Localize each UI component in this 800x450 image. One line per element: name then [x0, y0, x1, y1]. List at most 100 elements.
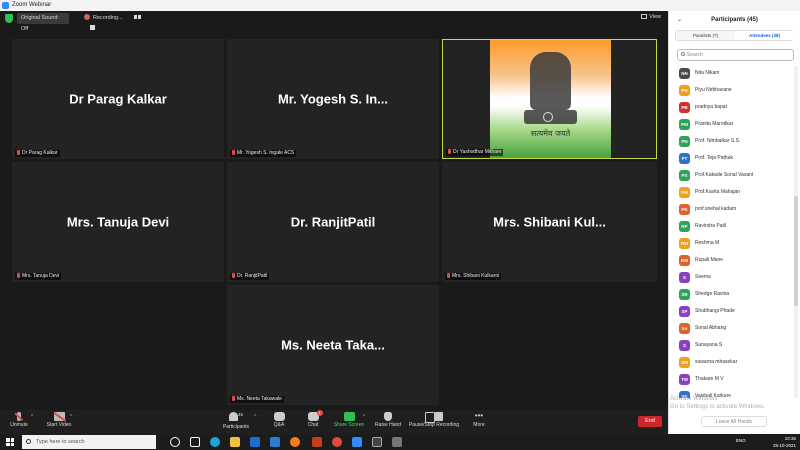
attendee-name: Ravindra Patil	[695, 223, 727, 229]
audio-options-caret-icon[interactable]: ^	[31, 414, 33, 420]
attendee-row[interactable]: PM Pranita Marodkar	[669, 117, 793, 134]
attendee-row[interactable]: PK prof.snehal kadam	[669, 202, 793, 219]
pause-stop-recording-button[interactable]: Pause/Stop Recording	[408, 412, 460, 428]
muted-mic-icon	[17, 273, 20, 278]
participant-display-name: Mrs. Shibani Kul...	[493, 214, 606, 230]
cortana-icon[interactable]	[170, 437, 180, 447]
participant-name-label: Ms. Neeta Takawale	[230, 396, 284, 403]
chat-button[interactable]: 1 Chat	[302, 410, 324, 428]
avatar: NN	[679, 68, 690, 79]
participants-options-caret-icon[interactable]: ^	[254, 414, 256, 420]
pause-stop-recording-icon	[424, 412, 444, 423]
attendee-row[interactable]: SR Shedge Ravina	[669, 287, 793, 304]
attendee-name: Prof.Kakade Sonal Vasant	[695, 172, 754, 178]
participants-panel-header: ⌄ Participants (45)	[669, 11, 800, 29]
avatar: PN	[679, 136, 690, 147]
qa-icon	[273, 412, 285, 421]
attendee-row[interactable]: PN Piyu Nirbhavane	[669, 83, 793, 100]
video-options-caret-icon[interactable]: ^	[70, 414, 72, 420]
attendee-name: Rupali Mane	[695, 257, 724, 263]
video-tile[interactable]: Dr Parag Kalkar Dr Parag Kalkar	[12, 39, 224, 159]
attendee-row[interactable]: S Sunayana S	[669, 338, 793, 355]
attendee-row[interactable]: PB pradnya bapat	[669, 100, 793, 117]
collapse-chevron-icon[interactable]: ⌄	[677, 11, 682, 29]
stop-recording-icon[interactable]	[90, 25, 95, 30]
file-explorer-icon[interactable]	[230, 437, 240, 447]
avatar: RP	[679, 221, 690, 232]
attendee-row[interactable]: TM Thakare M V	[669, 372, 793, 389]
unmute-button[interactable]: Unmute	[8, 412, 30, 428]
chrome-icon[interactable]	[332, 437, 342, 447]
attendee-row[interactable]: RP Ravindra Patil	[669, 219, 793, 236]
powerpoint-icon[interactable]	[312, 437, 322, 447]
participant-name-label: Mrs. Tanuja Devi	[15, 273, 62, 280]
avatar: PB	[679, 102, 690, 113]
microsoft-store-icon[interactable]	[250, 437, 260, 447]
participants-button[interactable]: 45 Participants	[220, 412, 252, 430]
attendee-row[interactable]: SM suwarna mhasekar	[669, 355, 793, 372]
participants-search-input[interactable]: Search	[677, 49, 794, 61]
video-tile[interactable]: Mr. Yogesh S. In... Mr. Yogesh S. Ingale…	[227, 39, 439, 159]
leave-all-hands-button[interactable]: Leave All Hands	[701, 416, 767, 427]
firefox-icon[interactable]	[290, 437, 300, 447]
emblem-motto: सत्यमेव जयते	[530, 129, 571, 138]
attendee-row[interactable]: PM Prof.Kavita Mahajan	[669, 185, 793, 202]
attendee-name: prof.snehal kadam	[695, 206, 737, 212]
activate-windows-title: Activate Windows	[670, 396, 718, 402]
windows-start-icon[interactable]	[6, 438, 14, 446]
scrollbar-thumb[interactable]	[794, 196, 798, 306]
participants-tabs: Panelists (7) Attendees (38)	[675, 30, 794, 41]
attendee-row[interactable]: SP Shubhangi Phade	[669, 304, 793, 321]
view-button[interactable]: View	[641, 14, 661, 20]
language-indicator[interactable]: ENG	[736, 438, 746, 443]
active-speaker-tile[interactable]: सत्यमेव जयते Dr Yashodhar Mithare	[442, 39, 657, 159]
taskbar-search-placeholder: Type here to search	[36, 439, 85, 445]
tab-panelists[interactable]: Panelists (7)	[676, 31, 735, 40]
video-tile[interactable]: Mrs. Shibani Kul... Mrs. Shibani Kulkarn…	[442, 162, 657, 282]
attendee-row[interactable]: NN Nita Nikam	[669, 66, 793, 83]
more-button[interactable]: ••• More	[470, 412, 488, 429]
participant-name-label: Dr Parag Kalkar	[15, 150, 60, 157]
video-tile[interactable]: Dr. RanjitPatil Dr. RanjitPatil	[227, 162, 439, 282]
edge-browser-icon[interactable]	[210, 437, 220, 447]
security-shield-icon[interactable]	[5, 14, 13, 23]
video-tile[interactable]: Ms. Neeta Taka... Ms. Neeta Takawale	[227, 285, 439, 405]
chat-icon: 1	[307, 410, 323, 421]
video-tile[interactable]: Mrs. Tanuja Devi Mrs. Tanuja Devi	[12, 162, 224, 282]
attendee-row[interactable]: PS Prof.Kakade Sonal Vasant	[669, 168, 793, 185]
system-clock[interactable]: 10:35 25-10-2021	[773, 434, 796, 449]
attendee-row[interactable]: S Seema	[669, 270, 793, 287]
tab-attendees[interactable]: Attendees (38)	[735, 31, 794, 40]
share-screen-button[interactable]: Share Screen	[333, 412, 365, 428]
attendee-row[interactable]: PT Prof. Teja Pathak	[669, 151, 793, 168]
participants-panel-title: Participants (45)	[711, 17, 758, 23]
avatar: SA	[679, 323, 690, 334]
pause-recording-icon[interactable]	[134, 15, 138, 19]
sticky-app-icon[interactable]	[392, 437, 402, 447]
muted-mic-icon	[447, 273, 450, 278]
title-bar: Zoom Webinar	[0, 0, 800, 11]
video-app-icon[interactable]	[372, 437, 382, 447]
participant-display-name: Dr. RanjitPatil	[290, 214, 376, 230]
share-options-caret-icon[interactable]: ^	[363, 414, 365, 420]
participant-name-label: Dr Yashodhar Mithare	[446, 149, 504, 156]
attendee-row[interactable]: RM Rupali Mane	[669, 253, 793, 270]
attendee-name: Reshma M	[695, 240, 720, 246]
qa-button[interactable]: Q&A	[268, 412, 290, 428]
attendee-list-scrollbar[interactable]	[794, 66, 798, 398]
original-sound-toggle[interactable]: Original Sound: Off	[17, 13, 69, 32]
zoom-taskbar-icon[interactable]	[352, 437, 362, 447]
attendee-row[interactable]: SA Sonal Abhang	[669, 321, 793, 338]
raise-hand-button[interactable]: Raise Hand	[374, 412, 402, 428]
attendee-row[interactable]: RM Reshma M	[669, 236, 793, 253]
mail-icon[interactable]	[270, 437, 280, 447]
attendee-row[interactable]: PN Prof. Nimbalkar S.S.	[669, 134, 793, 151]
end-button[interactable]: End	[638, 416, 662, 427]
task-view-icon[interactable]	[190, 437, 200, 447]
participant-name-label: Dr. RanjitPatil	[230, 273, 270, 280]
taskbar-search-input[interactable]: Type here to search	[22, 435, 156, 449]
muted-mic-icon	[232, 396, 235, 401]
pause-recording-icon-bar[interactable]	[138, 15, 142, 19]
avatar: S	[679, 272, 690, 283]
search-placeholder: Search	[687, 52, 703, 58]
